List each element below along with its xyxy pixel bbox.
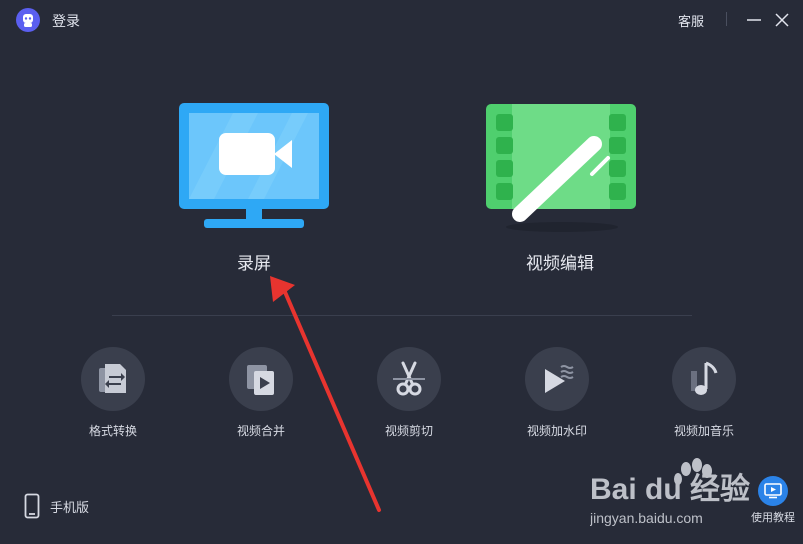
customer-service-link[interactable]: 客服 xyxy=(678,11,704,30)
phone-icon xyxy=(24,493,40,519)
screen-record-card[interactable]: 录屏 xyxy=(178,102,332,282)
tutorial-icon xyxy=(758,476,788,506)
tool-circle xyxy=(81,347,145,411)
tool-format-convert-label: 格式转换 xyxy=(88,424,137,438)
format-convert-icon xyxy=(99,364,126,393)
scissors-icon xyxy=(393,361,425,396)
tool-circle xyxy=(229,347,293,411)
tool-circle xyxy=(672,347,736,411)
tool-video-cut[interactable]: 视频剪切 xyxy=(354,347,464,439)
minimize-icon xyxy=(747,19,761,21)
video-merge-icon xyxy=(247,365,274,395)
tool-format-convert[interactable]: 格式转换 xyxy=(58,347,168,439)
watermark-icon xyxy=(545,365,574,393)
tool-video-music[interactable]: 视频加音乐 xyxy=(649,347,759,439)
minimize-button[interactable] xyxy=(744,10,764,30)
mobile-version-link[interactable]: 手机版 xyxy=(24,493,89,519)
title-bar: 登录 客服 xyxy=(0,0,803,40)
tool-video-merge-label: 视频合并 xyxy=(236,424,285,438)
section-divider xyxy=(112,315,692,316)
avatar-icon[interactable] xyxy=(16,8,40,32)
baidu-jingyan-watermark: Bai du 经验 jingyan.baidu.com xyxy=(590,458,750,526)
video-edit-label: 视频编辑 xyxy=(526,254,594,273)
video-edit-card[interactable]: 视频编辑 xyxy=(484,102,644,282)
login-link[interactable]: 登录 xyxy=(52,11,80,31)
tutorial-label: 使用教程 xyxy=(751,512,795,524)
tool-video-watermark-label: 视频加水印 xyxy=(526,424,587,438)
tool-video-watermark[interactable]: 视频加水印 xyxy=(502,347,612,439)
watermark-url-text: jingyan.baidu.com xyxy=(590,510,703,526)
mobile-version-label: 手机版 xyxy=(50,499,90,515)
tool-circle xyxy=(377,347,441,411)
tool-circle xyxy=(525,347,589,411)
tool-video-music-label: 视频加音乐 xyxy=(673,424,734,438)
close-button[interactable] xyxy=(772,10,792,30)
video-edit-icon xyxy=(486,104,636,232)
screen-record-label: 录屏 xyxy=(237,254,271,273)
screen-record-monitor-icon xyxy=(179,103,329,228)
close-icon xyxy=(775,13,789,27)
watermark-brand-text: Bai du 经验 xyxy=(590,472,750,506)
titlebar-divider xyxy=(726,12,727,26)
music-note-icon xyxy=(691,361,718,395)
tool-video-merge[interactable]: 视频合并 xyxy=(206,347,316,439)
tutorial-button[interactable]: 使用教程 xyxy=(748,476,798,525)
tool-video-cut-label: 视频剪切 xyxy=(384,424,433,438)
